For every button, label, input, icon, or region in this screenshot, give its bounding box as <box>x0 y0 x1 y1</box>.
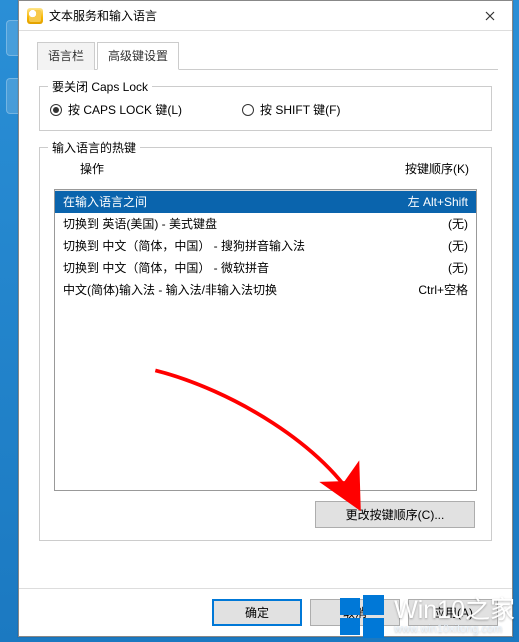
ok-button[interactable]: 确定 <box>212 599 302 626</box>
hotkey-keys: (无) <box>438 238 468 254</box>
hotkey-row[interactable]: 切换到 中文（简体，中国） - 搜狗拼音输入法(无) <box>55 235 476 257</box>
hotkey-list[interactable]: 在输入语言之间左 Alt+Shift切换到 英语(美国) - 美式键盘(无)切换… <box>54 189 477 491</box>
radio-label: 按 CAPS LOCK 键(L) <box>68 101 182 118</box>
radio-caps-lock[interactable]: 按 CAPS LOCK 键(L) <box>50 101 182 118</box>
hotkey-list-header: 操作 按键顺序(K) <box>50 156 481 181</box>
header-action: 操作 <box>80 160 405 177</box>
header-sequence: 按键顺序(K) <box>405 160 469 177</box>
hotkey-keys: 左 Alt+Shift <box>398 194 468 210</box>
hotkey-row[interactable]: 切换到 英语(美国) - 美式键盘(无) <box>55 213 476 235</box>
hotkey-action: 切换到 中文（简体，中国） - 搜狗拼音输入法 <box>63 238 438 254</box>
hotkey-row[interactable]: 中文(简体)输入法 - 输入法/非输入法切换Ctrl+空格 <box>55 279 476 301</box>
close-button[interactable] <box>467 1 512 31</box>
hotkey-keys: Ctrl+空格 <box>408 282 468 298</box>
hotkey-keys: (无) <box>438 216 468 232</box>
change-sequence-button[interactable]: 更改按键顺序(C)... <box>315 501 475 528</box>
app-icon <box>27 8 43 24</box>
capslock-group: 要关闭 Caps Lock 按 CAPS LOCK 键(L) 按 SHIFT 键… <box>39 86 492 131</box>
tab-bar: 语言栏 高级键设置 <box>37 41 498 70</box>
radio-shift[interactable]: 按 SHIFT 键(F) <box>242 101 340 118</box>
group-label: 要关闭 Caps Lock <box>48 78 152 95</box>
group-label: 输入语言的热键 <box>48 139 140 156</box>
close-icon <box>485 11 495 21</box>
hotkey-action: 在输入语言之间 <box>63 194 398 210</box>
dialog-button-bar: 确定 取消 应用(A) <box>19 588 512 636</box>
radio-label: 按 SHIFT 键(F) <box>260 101 340 118</box>
hotkey-action: 中文(简体)输入法 - 输入法/非输入法切换 <box>63 282 408 298</box>
hotkey-action: 切换到 中文（简体，中国） - 微软拼音 <box>63 260 438 276</box>
apply-button[interactable]: 应用(A) <box>408 599 498 626</box>
hotkey-keys: (无) <box>438 260 468 276</box>
radio-icon <box>50 104 62 116</box>
tab-language-bar[interactable]: 语言栏 <box>37 42 95 70</box>
tab-advanced-keys[interactable]: 高级键设置 <box>97 42 179 70</box>
cancel-button[interactable]: 取消 <box>310 599 400 626</box>
titlebar: 文本服务和输入语言 <box>19 1 512 31</box>
dialog-window: 文本服务和输入语言 语言栏 高级键设置 要关闭 Caps Lock 按 CAPS… <box>18 0 513 637</box>
hotkey-row[interactable]: 切换到 中文（简体，中国） - 微软拼音(无) <box>55 257 476 279</box>
hotkeys-group: 输入语言的热键 操作 按键顺序(K) 在输入语言之间左 Alt+Shift切换到… <box>39 147 492 541</box>
radio-icon <box>242 104 254 116</box>
hotkey-action: 切换到 英语(美国) - 美式键盘 <box>63 216 438 232</box>
hotkey-row[interactable]: 在输入语言之间左 Alt+Shift <box>55 191 476 213</box>
window-title: 文本服务和输入语言 <box>49 7 467 24</box>
